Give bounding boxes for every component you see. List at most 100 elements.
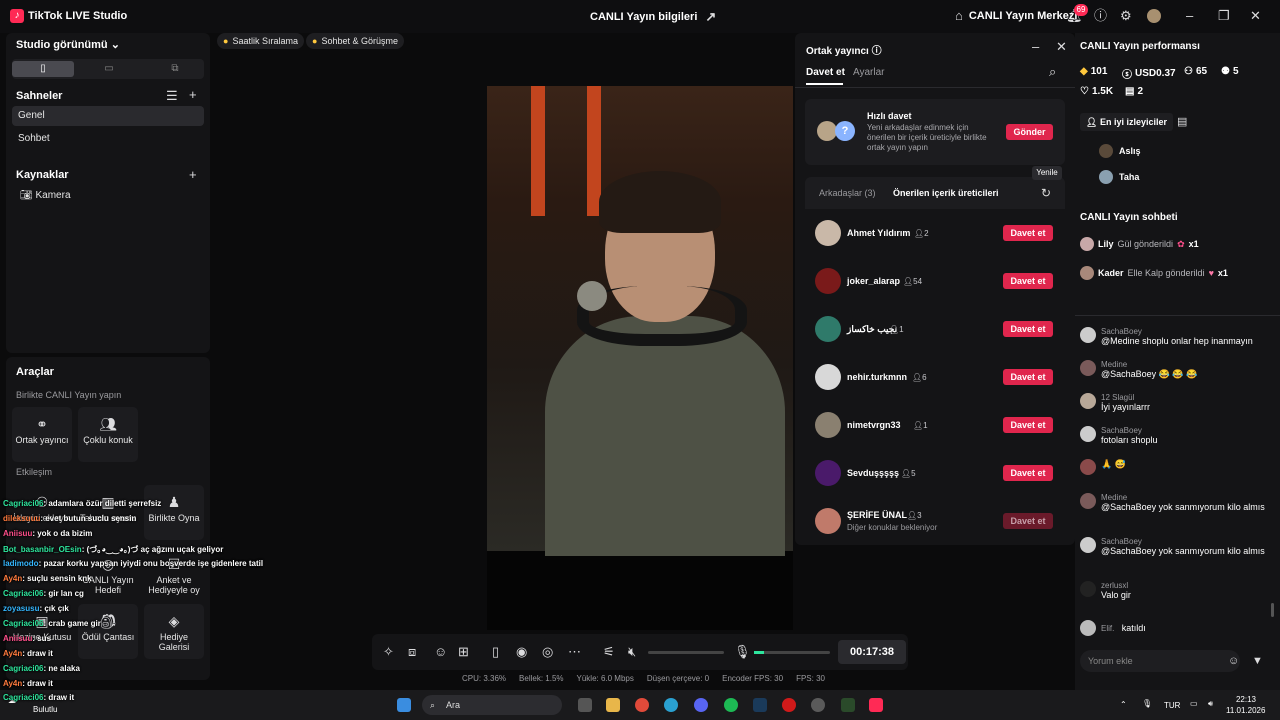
add-source-icon[interactable]: +: [189, 168, 197, 182]
avatar: [1080, 620, 1096, 636]
language-indicator[interactable]: TUR: [1164, 701, 1180, 710]
poll-tool[interactable]: ☑ Anket ve Hediyeyle oy: [144, 547, 204, 602]
video-preview[interactable]: [487, 86, 793, 630]
share-icon[interactable]: ↗: [705, 10, 716, 24]
invite-button[interactable]: Davet et: [1003, 369, 1053, 385]
chat-message: Medine @SachaBoey yok sanmıyorum kilo alm…: [1080, 493, 1270, 513]
emoji-icon[interactable]: ☺: [1228, 654, 1239, 668]
volume-icon[interactable]: 🔊︎: [1208, 699, 1213, 709]
tab-friends[interactable]: Arkadaşlar (3): [819, 188, 876, 198]
sticker-icon[interactable]: ☺: [434, 645, 447, 659]
opera-icon[interactable]: [782, 698, 796, 712]
landscape-layout-button[interactable]: ▭: [78, 61, 140, 77]
chevron-up-icon[interactable]: ⌃: [1120, 700, 1127, 709]
app-icon[interactable]: [841, 698, 855, 712]
live-info-title[interactable]: CANLI Yayın bilgileri ↗: [590, 10, 716, 24]
search-icon[interactable]: ⌕: [1049, 65, 1056, 79]
scene-item-genel[interactable]: Genel: [12, 106, 204, 126]
list-icon[interactable]: ☰: [166, 89, 178, 103]
info-icon[interactable]: ⓘ: [872, 46, 882, 57]
multi-guest-tool[interactable]: 👥︎ Çoklu konuk: [78, 407, 138, 462]
speaker-mute-icon[interactable]: 🔇︎: [628, 645, 636, 659]
top-viewers-tab[interactable]: 👤︎ En iyi izleyiciler: [1080, 113, 1173, 131]
live-chat-title: CANLI Yayın sohbeti: [1080, 212, 1178, 223]
chat-scrollbar[interactable]: [1271, 603, 1274, 617]
scene-item-sohbet[interactable]: Sohbet: [12, 129, 204, 149]
windows-start-icon[interactable]: [397, 698, 411, 712]
invite-button[interactable]: Davet et: [1003, 465, 1053, 481]
file-explorer-icon[interactable]: [606, 698, 620, 712]
viewer-item[interactable]: Aslış: [1099, 144, 1141, 158]
screen-icon[interactable]: ⊞: [458, 645, 469, 659]
reward-bag-tool[interactable]: 🎒︎ Ödül Çantası: [78, 604, 138, 659]
send-button[interactable]: Gönder: [1006, 124, 1053, 140]
sliders-icon[interactable]: ⚟: [603, 645, 615, 659]
chat-message: SachaBoey @SachaBoey yok sanmıyorum kilo …: [1080, 537, 1270, 557]
discord-icon[interactable]: [694, 698, 708, 712]
user-name: Ahmet Yıldırım: [847, 228, 911, 238]
dual-layout-button[interactable]: ⧉: [144, 61, 206, 77]
list-item: Sevduşşşşş 👤︎5 Davet et: [805, 449, 1065, 497]
settings-icon[interactable]: ⚙: [1120, 9, 1132, 23]
effects-icon[interactable]: ⧈: [408, 645, 416, 659]
gift-gallery-tool[interactable]: ◈ Hediye Galerisi: [144, 604, 204, 659]
close-icon[interactable]: ✕: [1250, 9, 1261, 23]
minimize-icon[interactable]: –: [1186, 9, 1193, 23]
maximize-icon[interactable]: ❐: [1218, 9, 1230, 23]
invite-button[interactable]: Davet et: [1003, 225, 1053, 241]
invite-button[interactable]: Davet et: [1003, 513, 1053, 529]
filter-icon[interactable]: ▼: [1252, 654, 1263, 668]
mic-slider[interactable]: [754, 651, 830, 654]
camera-toggle-icon[interactable]: ◎: [542, 645, 553, 659]
tab-invite[interactable]: Davet et: [806, 67, 845, 78]
invite-button[interactable]: Davet et: [1003, 417, 1053, 433]
phone-icon[interactable]: ▯: [492, 645, 499, 659]
chrome-icon[interactable]: [635, 698, 649, 712]
play-together-tool[interactable]: ♟ Birlikte Oyna: [144, 485, 204, 540]
user-name: nehir.turkmnn: [847, 372, 908, 382]
hourly-ranking-pill[interactable]: ● Saatlik Sıralama: [217, 33, 304, 49]
spotify-icon[interactable]: [724, 698, 738, 712]
invite-button[interactable]: Davet et: [1003, 273, 1053, 289]
quick-invite-card: ? Hızlı davet Yeni arkadaşlar edinmek iç…: [805, 99, 1065, 165]
task-view-icon[interactable]: [578, 698, 592, 712]
clock-time[interactable]: 22:13: [1230, 695, 1256, 704]
tab-settings[interactable]: Ayarlar: [853, 67, 885, 78]
overlay-message: : adamlara özür diletti şerrefsiz: [43, 499, 162, 508]
close-popup-icon[interactable]: ✕: [1056, 40, 1067, 54]
magic-icon[interactable]: ✧: [383, 645, 394, 659]
taskbar-search[interactable]: ⌕ Ara: [422, 695, 562, 715]
metric-gifts: ▤ 2: [1125, 86, 1143, 97]
network-icon[interactable]: ▭: [1190, 699, 1198, 708]
source-item-camera[interactable]: 📷︎ Kamera: [12, 186, 204, 206]
comment-input[interactable]: Yorum ekle: [1080, 650, 1240, 672]
add-scene-icon[interactable]: +: [189, 88, 197, 102]
overlay-message: : draw it: [43, 693, 75, 702]
app-icon[interactable]: [811, 698, 825, 712]
portrait-layout-button[interactable]: ▯: [12, 61, 74, 77]
invite-button[interactable]: Davet et: [1003, 321, 1053, 337]
overlay-message: : evet butun suclu sensin: [40, 514, 137, 523]
edge-icon[interactable]: [664, 698, 678, 712]
record-icon[interactable]: ◉: [516, 645, 527, 659]
help-icon[interactable]: ⓘ: [1094, 9, 1107, 23]
more-icon[interactable]: ⋯: [568, 645, 581, 659]
volume-slider[interactable]: [648, 651, 724, 654]
avatar[interactable]: [1147, 9, 1161, 23]
co-host-tool[interactable]: ⚭ Ortak yayıncı: [12, 407, 72, 462]
mic-icon[interactable]: 🎙︎: [734, 645, 751, 659]
refresh-icon[interactable]: ↻: [1041, 186, 1051, 200]
live-center-button[interactable]: ⌂ CANLI Yayın Merkezi: [955, 9, 1077, 23]
chat-meeting-pill[interactable]: ● Sohbet & Görüşme: [306, 33, 404, 49]
minimize-popup-icon[interactable]: –: [1032, 40, 1039, 54]
camera-feed: [487, 86, 793, 556]
studio-view-title[interactable]: Studio görünümü ⌄: [16, 38, 120, 51]
viewer-item[interactable]: Taha: [1099, 170, 1139, 184]
list-icon[interactable]: ▤: [1177, 115, 1187, 129]
tab-suggested[interactable]: Önerilen içerik üreticileri: [893, 188, 999, 198]
clock-date[interactable]: 11.01.2026: [1226, 706, 1265, 715]
steam-icon[interactable]: [753, 698, 767, 712]
mic-tray-icon[interactable]: 🎙︎: [1142, 699, 1152, 708]
viewer-name: Aslış: [1119, 146, 1141, 156]
tiktok-studio-icon[interactable]: [869, 698, 883, 712]
